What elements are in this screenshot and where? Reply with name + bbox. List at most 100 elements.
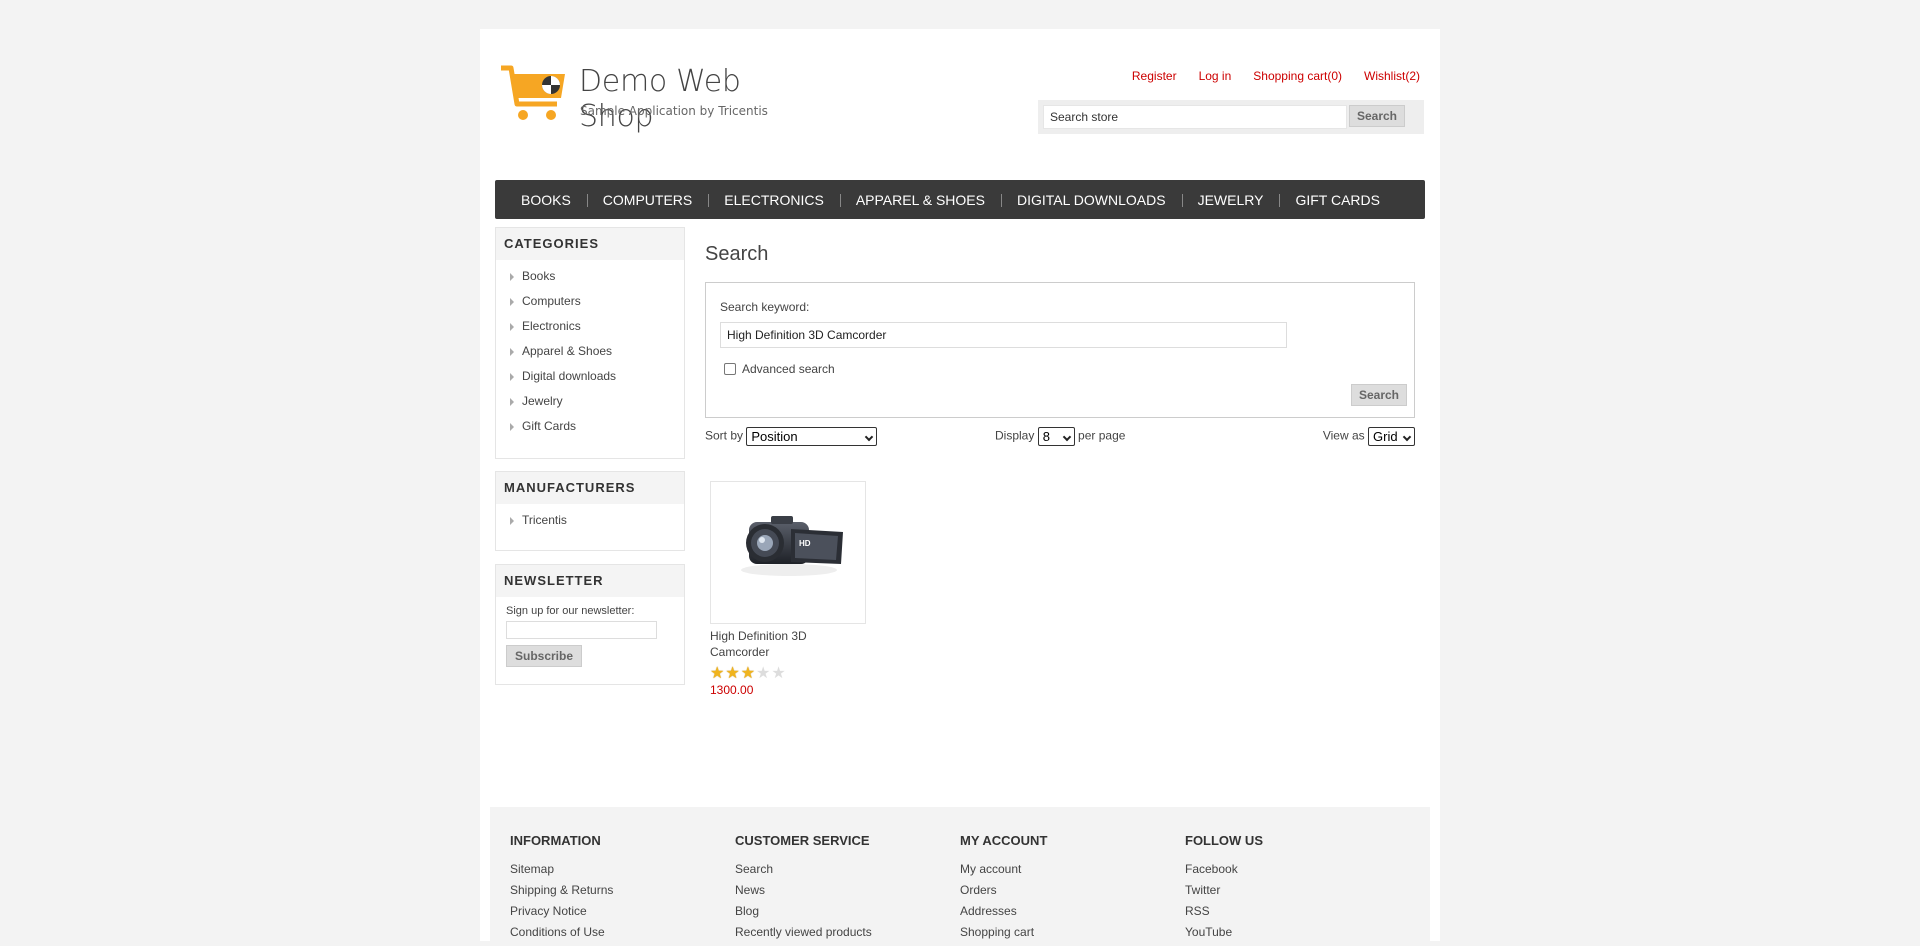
svg-text:HD: HD	[799, 539, 811, 548]
header-links: Register Log in Shopping cart(0) Wishlis…	[1132, 69, 1420, 83]
newsletter-email-input[interactable]	[506, 621, 657, 639]
category-computers[interactable]: Computers	[510, 289, 684, 314]
view-as-select[interactable]: Grid	[1368, 427, 1415, 446]
footer-column-title: My account	[960, 833, 1048, 848]
footer-customer-service: Customer service Search News Blog Recent…	[735, 833, 872, 946]
top-menu-apparel-shoes[interactable]: Apparel & Shoes	[839, 192, 1001, 208]
top-menu-digital-downloads[interactable]: Digital downloads	[1001, 192, 1182, 208]
manufacturers-title: Manufacturers	[496, 472, 684, 504]
category-digital-downloads[interactable]: Digital downloads	[510, 364, 684, 389]
store-search-input[interactable]	[1043, 105, 1347, 129]
sort-by: Sort by Position	[705, 427, 878, 446]
categories-block: Categories Books Computers Electronics A…	[495, 227, 685, 459]
manufacturers-list: Tricentis	[496, 504, 684, 539]
store-logo[interactable]: Demo Web Shop Sample Application by Tric…	[499, 64, 804, 134]
star-empty-icon: ★	[771, 665, 786, 682]
shopping-cart-link[interactable]: Shopping cart(0)	[1253, 69, 1342, 83]
manufacturer-tricentis[interactable]: Tricentis	[510, 508, 684, 533]
product-picture[interactable]: HD	[710, 481, 866, 624]
search-keyword-input[interactable]	[720, 322, 1287, 348]
footer-link-news[interactable]: News	[735, 883, 872, 904]
footer-link-orders[interactable]: Orders	[960, 883, 1047, 904]
advanced-search-option[interactable]: Advanced search	[724, 362, 835, 376]
footer-link-recently-viewed[interactable]: Recently viewed products	[735, 925, 872, 946]
footer-column-title: Follow us	[1185, 833, 1263, 848]
page-title: Search	[705, 243, 769, 265]
view-as-label: View as	[1322, 428, 1365, 443]
category-gift-cards[interactable]: Gift Cards	[510, 414, 684, 439]
star-filled-icon: ★	[725, 665, 740, 682]
category-books[interactable]: Books	[510, 264, 684, 289]
footer-link-sitemap[interactable]: Sitemap	[510, 862, 613, 883]
store-title: Demo Web Shop	[579, 64, 741, 134]
categories-title: Categories	[496, 228, 684, 260]
sort-by-label: Sort by	[705, 428, 744, 443]
footer-link-rss[interactable]: RSS	[1185, 904, 1263, 925]
product-selectors: Sort by Position Display 8 per page View…	[705, 427, 1415, 449]
category-electronics[interactable]: Electronics	[510, 314, 684, 339]
per-page-label: per page	[1078, 428, 1126, 443]
footer-link-twitter[interactable]: Twitter	[1185, 883, 1263, 904]
register-link[interactable]: Register	[1132, 69, 1177, 83]
footer-link-privacy-notice[interactable]: Privacy Notice	[510, 904, 613, 925]
product-item: HD High Definition 3D Camcorder ★ ★ ★ ★ …	[710, 481, 866, 697]
newsletter-block: Newsletter Sign up for our newsletter: S…	[495, 564, 685, 685]
shopping-cart-logo-icon	[501, 65, 565, 120]
chevron-down-icon	[1402, 432, 1412, 442]
search-button[interactable]: Search	[1351, 384, 1407, 406]
chevron-down-icon	[865, 432, 874, 442]
star-filled-icon: ★	[740, 665, 756, 682]
top-menu-electronics[interactable]: Electronics	[708, 192, 840, 208]
store-search-box: Search	[1038, 100, 1424, 134]
product-title[interactable]: High Definition 3D Camcorder	[710, 628, 830, 660]
display-label: Display	[995, 428, 1035, 443]
search-panel: Search keyword: Advanced search Search	[705, 282, 1415, 418]
newsletter-label: Sign up for our newsletter:	[506, 605, 635, 617]
footer-column-title: Information	[510, 833, 601, 848]
advanced-search-label: Advanced search	[742, 362, 835, 376]
top-menu-computers[interactable]: Computers	[586, 192, 708, 208]
newsletter-title: Newsletter	[496, 565, 684, 597]
category-apparel-shoes[interactable]: Apparel & Shoes	[510, 339, 684, 364]
star-filled-icon: ★	[710, 665, 725, 682]
top-menu-books[interactable]: Books	[505, 192, 587, 208]
footer-link-youtube[interactable]: YouTube	[1185, 925, 1263, 946]
footer-link-my-account[interactable]: My account	[960, 862, 1047, 883]
chevron-down-icon	[1062, 432, 1071, 442]
footer: Information Sitemap Shipping & Returns P…	[490, 807, 1430, 941]
top-menu: Books Computers Electronics Apparel & Sh…	[495, 180, 1425, 219]
footer-link-shopping-cart[interactable]: Shopping cart	[960, 925, 1047, 946]
footer-link-conditions-of-use[interactable]: Conditions of Use	[510, 925, 613, 946]
footer-link-blog[interactable]: Blog	[735, 904, 872, 925]
product-rating: ★ ★ ★ ★ ★	[710, 665, 866, 682]
master-wrapper: Demo Web Shop Sample Application by Tric…	[480, 29, 1440, 941]
categories-list: Books Computers Electronics Apparel & Sh…	[496, 260, 684, 445]
footer-information: Information Sitemap Shipping & Returns P…	[510, 833, 613, 946]
view-as-value: Grid	[1373, 429, 1398, 444]
page-size-select[interactable]: 8	[1037, 427, 1075, 446]
footer-link-addresses[interactable]: Addresses	[960, 904, 1047, 925]
camcorder-image: HD	[741, 516, 843, 576]
advanced-search-checkbox[interactable]	[724, 363, 736, 375]
store-search-button[interactable]: Search	[1349, 105, 1405, 127]
footer-follow-us: Follow us Facebook Twitter RSS YouTube	[1185, 833, 1263, 946]
category-jewelry[interactable]: Jewelry	[510, 389, 684, 414]
star-empty-icon: ★	[756, 665, 771, 682]
product-price: 1300.00	[710, 683, 754, 697]
login-link[interactable]: Log in	[1199, 69, 1232, 83]
subscribe-button[interactable]: Subscribe	[506, 645, 583, 667]
sort-by-select[interactable]: Position	[746, 427, 878, 446]
wishlist-link[interactable]: Wishlist(2)	[1364, 69, 1420, 83]
footer-link-shipping-returns[interactable]: Shipping & Returns	[510, 883, 613, 904]
footer-column-title: Customer service	[735, 833, 870, 848]
footer-link-search[interactable]: Search	[735, 862, 872, 883]
view-as: View as Grid	[1323, 427, 1415, 446]
sort-by-value: Position	[751, 429, 798, 444]
page-size: Display 8 per page	[995, 427, 1125, 446]
top-menu-jewelry[interactable]: Jewelry	[1181, 192, 1280, 208]
footer-link-facebook[interactable]: Facebook	[1185, 862, 1263, 883]
store-subtitle: Sample Application by Tricentis	[580, 104, 768, 118]
top-menu-gift-cards[interactable]: Gift Cards	[1279, 192, 1396, 208]
search-keyword-label: Search keyword:	[720, 300, 810, 314]
footer-my-account: My account My account Orders Addresses S…	[960, 833, 1047, 946]
